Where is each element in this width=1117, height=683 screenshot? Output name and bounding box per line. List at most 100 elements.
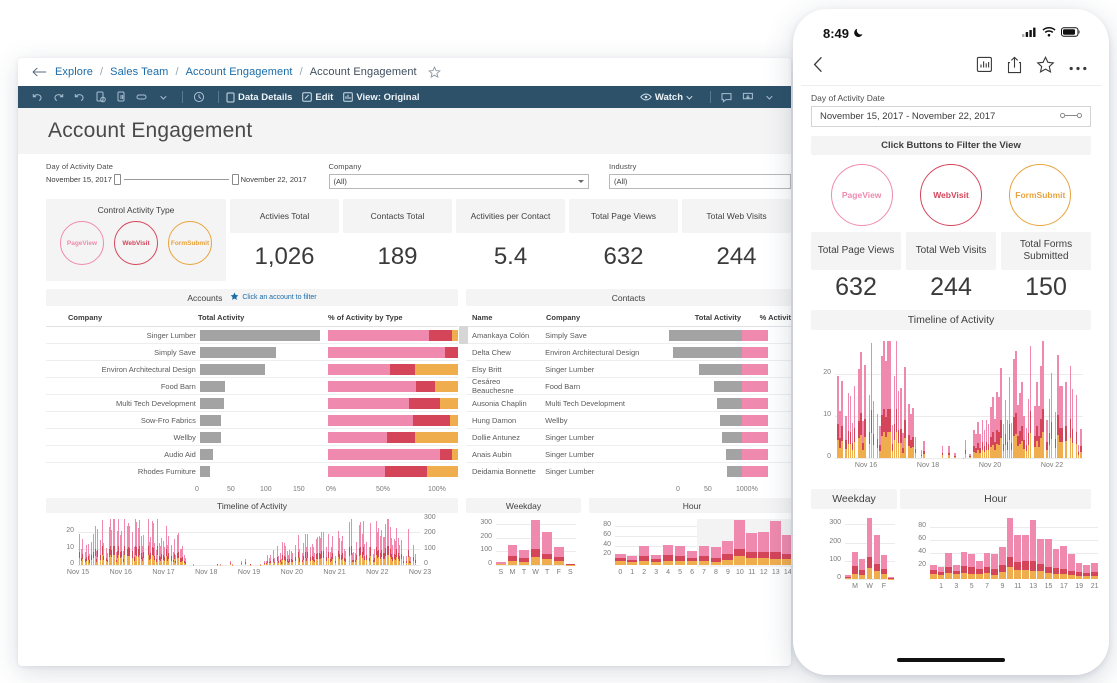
table-row[interactable]: Rhodes Furniture xyxy=(46,462,458,479)
undo-icon[interactable] xyxy=(28,90,46,105)
stacked-bar[interactable] xyxy=(758,532,769,565)
stacked-bar[interactable] xyxy=(873,534,880,579)
table-row[interactable]: Elsy Britt Singer Lumber xyxy=(466,360,791,377)
phone-date-filter[interactable]: Day of Activity Date November 15, 2017 -… xyxy=(801,86,1101,131)
view-data-icon[interactable] xyxy=(976,56,993,78)
stacked-bar[interactable] xyxy=(852,551,858,579)
download-icon[interactable] xyxy=(739,90,757,105)
alerts-icon[interactable] xyxy=(133,90,151,105)
stacked-bar[interactable] xyxy=(185,558,187,565)
view-original-button[interactable]: View: Original xyxy=(343,92,420,103)
table-row[interactable]: Amankaya Colón Simply Save xyxy=(466,326,791,343)
stacked-bar[interactable] xyxy=(332,536,334,565)
stacked-bar[interactable] xyxy=(853,386,856,458)
stacked-bar[interactable] xyxy=(845,575,851,579)
stacked-bar[interactable] xyxy=(1068,554,1075,579)
breadcrumb-workbook[interactable]: Account Engagement xyxy=(186,66,293,78)
stacked-bar[interactable] xyxy=(888,577,894,579)
stacked-bar[interactable] xyxy=(999,547,1006,579)
stacked-bar[interactable] xyxy=(244,558,246,565)
stacked-bar[interactable] xyxy=(864,364,866,458)
more-ellipsis-icon[interactable] xyxy=(1069,58,1087,76)
stacked-bar[interactable] xyxy=(123,519,125,565)
stacked-bar[interactable] xyxy=(904,367,906,458)
table-row[interactable]: Food Barn xyxy=(46,377,458,394)
stacked-bar[interactable] xyxy=(1014,535,1022,579)
stacked-bar[interactable] xyxy=(674,546,686,565)
phone-activity-type-button-webvisit[interactable]: WebVisit xyxy=(919,164,982,226)
stacked-bar[interactable] xyxy=(782,535,791,565)
stacked-bar[interactable] xyxy=(1075,563,1083,579)
stacked-bar[interactable] xyxy=(1050,372,1053,458)
date-slider-handle-start[interactable] xyxy=(113,174,121,185)
date-filter[interactable]: Day of Activity Date November 15, 2017 N… xyxy=(46,162,307,185)
stacked-bar[interactable] xyxy=(322,531,324,565)
stacked-bar[interactable] xyxy=(299,549,301,565)
stacked-bar[interactable] xyxy=(746,532,757,565)
stacked-bar[interactable] xyxy=(1083,564,1091,579)
breadcrumb-explore[interactable]: Explore xyxy=(55,66,93,78)
stacked-bar[interactable] xyxy=(983,552,991,579)
stacked-bar[interactable] xyxy=(866,518,873,579)
stacked-bar[interactable] xyxy=(370,522,372,565)
stacked-bar[interactable] xyxy=(307,533,309,565)
stacked-bar[interactable] xyxy=(240,561,242,565)
activity-type-button-pageview[interactable]: PageView xyxy=(60,221,104,265)
stacked-bar[interactable] xyxy=(954,452,956,458)
star-outline-icon[interactable] xyxy=(427,65,441,79)
stacked-bar[interactable] xyxy=(269,555,271,565)
table-row[interactable]: Environ Architectural Design xyxy=(46,360,458,377)
accounts-scrollbar[interactable] xyxy=(459,326,468,344)
stacked-bar[interactable] xyxy=(960,552,968,579)
stacked-bar[interactable] xyxy=(650,554,662,565)
comment-icon[interactable] xyxy=(718,90,736,105)
stacked-bar[interactable] xyxy=(1037,538,1045,579)
table-row[interactable]: Dollie Antunez Singer Lumber xyxy=(466,428,791,445)
stacked-bar[interactable] xyxy=(400,539,402,565)
stacked-bar[interactable] xyxy=(129,525,131,565)
redo-icon[interactable] xyxy=(49,90,67,105)
stacked-bar[interactable] xyxy=(403,555,405,565)
stacked-bar[interactable] xyxy=(1045,538,1052,579)
stacked-bar[interactable] xyxy=(615,554,626,565)
date-slider-handle-end[interactable] xyxy=(231,174,239,185)
stacked-bar[interactable] xyxy=(250,563,252,565)
stacked-bar[interactable] xyxy=(1022,534,1029,579)
stacked-bar[interactable] xyxy=(948,446,950,458)
stacked-bar[interactable] xyxy=(976,560,983,579)
company-filter-select[interactable]: (All) xyxy=(328,174,590,189)
stacked-bar[interactable] xyxy=(217,563,219,565)
stacked-bar[interactable] xyxy=(930,564,937,579)
table-row[interactable]: Sow-Fro Fabrics xyxy=(46,411,458,428)
stacked-bar[interactable] xyxy=(335,555,337,565)
stacked-bar[interactable] xyxy=(168,535,170,565)
stacked-bar[interactable] xyxy=(686,551,698,565)
phone-timeline-plot[interactable]: 0 10 20 Nov 16 Nov 18 Nov 20 Nov 22 xyxy=(801,330,1097,482)
weekday-plot[interactable]: 0 100 200 300 S M T W T F S xyxy=(466,513,581,583)
chevron-left-icon[interactable] xyxy=(813,56,824,78)
industry-filter-select[interactable]: (All) xyxy=(609,174,791,189)
phone-hour-plot[interactable]: 20 40 60 80 1 3 5 7 9 11 13 15 17 19 21 xyxy=(900,509,1099,601)
phone-weekday-plot[interactable]: 0 100 200 300 M W F xyxy=(811,509,897,601)
stacked-bar[interactable] xyxy=(519,550,529,565)
table-row[interactable]: Anais Aubin Singer Lumber xyxy=(466,445,791,462)
stacked-bar[interactable] xyxy=(356,542,358,565)
stacked-bar[interactable] xyxy=(90,541,92,565)
stacked-bar[interactable] xyxy=(969,454,971,458)
stacked-bar[interactable] xyxy=(1029,345,1032,458)
stacked-bar[interactable] xyxy=(97,529,99,565)
stacked-bar[interactable] xyxy=(1065,381,1067,458)
stacked-bar[interactable] xyxy=(345,551,346,565)
hour-plot[interactable]: 20 40 60 80 0 1 2 3 4 5 6 7 8 9 10 11 12 13 14 xyxy=(589,513,791,583)
table-row[interactable]: Multi Tech Development xyxy=(46,394,458,411)
stacked-bar[interactable] xyxy=(414,553,416,565)
breadcrumb-sales-team[interactable]: Sales Team xyxy=(110,66,168,78)
stacked-bar[interactable] xyxy=(294,545,296,565)
activity-type-button-formsubmit[interactable]: FormSubmit xyxy=(168,221,212,265)
stacked-bar[interactable] xyxy=(1052,549,1060,579)
stacked-bar[interactable] xyxy=(1061,385,1063,458)
phone-activity-type-button-pageview[interactable]: PageView xyxy=(830,164,893,226)
stacked-bar[interactable] xyxy=(734,520,745,565)
phone-activity-type-button-formsubmit[interactable]: FormSubmit xyxy=(1009,164,1072,226)
activity-type-button-webvisit[interactable]: WebVisit xyxy=(114,221,158,265)
